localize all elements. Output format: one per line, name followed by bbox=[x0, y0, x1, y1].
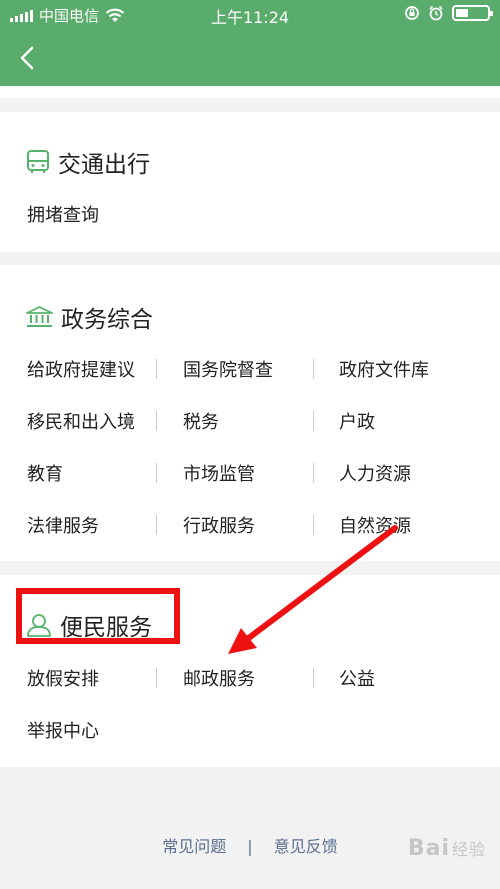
item-suggest-to-government[interactable]: 给政府提建议 bbox=[27, 356, 135, 382]
section-title-traffic: 交通出行 bbox=[26, 145, 150, 179]
item-holiday-schedule[interactable]: 放假安排 bbox=[27, 665, 99, 691]
nav-bar bbox=[0, 30, 500, 86]
section-title-government: 政务综合 bbox=[26, 300, 153, 334]
section-government: 政务综合 给政府提建议 国务院督查 政府文件库 移民和出入境 税务 户政 教育 … bbox=[0, 265, 500, 561]
item-administrative-services[interactable]: 行政服务 bbox=[183, 512, 255, 538]
alarm-icon bbox=[429, 5, 443, 21]
divider bbox=[156, 359, 157, 379]
item-state-council-inspection[interactable]: 国务院督查 bbox=[183, 356, 273, 382]
section-traffic: 交通出行 拥堵查询 bbox=[0, 112, 500, 252]
lock-rotation-icon bbox=[405, 6, 419, 20]
status-right bbox=[404, 5, 493, 21]
battery-fill bbox=[456, 9, 468, 17]
item-postal-services[interactable]: 邮政服务 bbox=[183, 665, 255, 691]
footer-separator: | bbox=[247, 837, 253, 856]
item-report-center[interactable]: 举报中心 bbox=[27, 717, 99, 743]
item-natural-resources[interactable]: 自然资源 bbox=[339, 512, 411, 538]
item-legal-services[interactable]: 法律服务 bbox=[27, 512, 99, 538]
divider bbox=[313, 411, 314, 431]
divider bbox=[156, 515, 157, 535]
divider bbox=[313, 359, 314, 379]
status-bar: 中国电信 上午11:24 bbox=[0, 0, 500, 30]
item-human-resources[interactable]: 人力资源 bbox=[339, 460, 411, 486]
section-title-label: 交通出行 bbox=[58, 152, 150, 178]
divider bbox=[156, 668, 157, 688]
divider bbox=[156, 463, 157, 483]
divider bbox=[313, 668, 314, 688]
watermark-suffix: 经验 bbox=[451, 840, 486, 859]
divider bbox=[313, 515, 314, 535]
item-congestion-query[interactable]: 拥堵查询 bbox=[27, 201, 99, 227]
item-government-documents[interactable]: 政府文件库 bbox=[339, 356, 429, 382]
faq-link[interactable]: 常见问题 bbox=[162, 837, 226, 856]
annotation-highlight-box bbox=[16, 588, 180, 644]
item-immigration[interactable]: 移民和出入境 bbox=[27, 408, 135, 434]
watermark-logo: Bai 经验 bbox=[408, 836, 486, 861]
item-public-welfare[interactable]: 公益 bbox=[339, 665, 375, 691]
item-taxation[interactable]: 税务 bbox=[183, 408, 219, 434]
watermark-text: Bai bbox=[407, 836, 450, 861]
battery-icon bbox=[452, 5, 493, 21]
item-education[interactable]: 教育 bbox=[27, 460, 63, 486]
government-building-icon bbox=[26, 306, 53, 327]
previous-section-bottom bbox=[0, 86, 500, 98]
feedback-link[interactable]: 意见反馈 bbox=[274, 837, 338, 856]
divider bbox=[156, 411, 157, 431]
item-market-supervision[interactable]: 市场监管 bbox=[183, 460, 255, 486]
back-chevron-icon bbox=[20, 46, 34, 70]
item-household-registration[interactable]: 户政 bbox=[339, 408, 375, 434]
bus-icon bbox=[27, 150, 49, 173]
divider bbox=[313, 463, 314, 483]
back-button[interactable] bbox=[14, 40, 44, 76]
section-title-label: 政务综合 bbox=[61, 307, 153, 333]
